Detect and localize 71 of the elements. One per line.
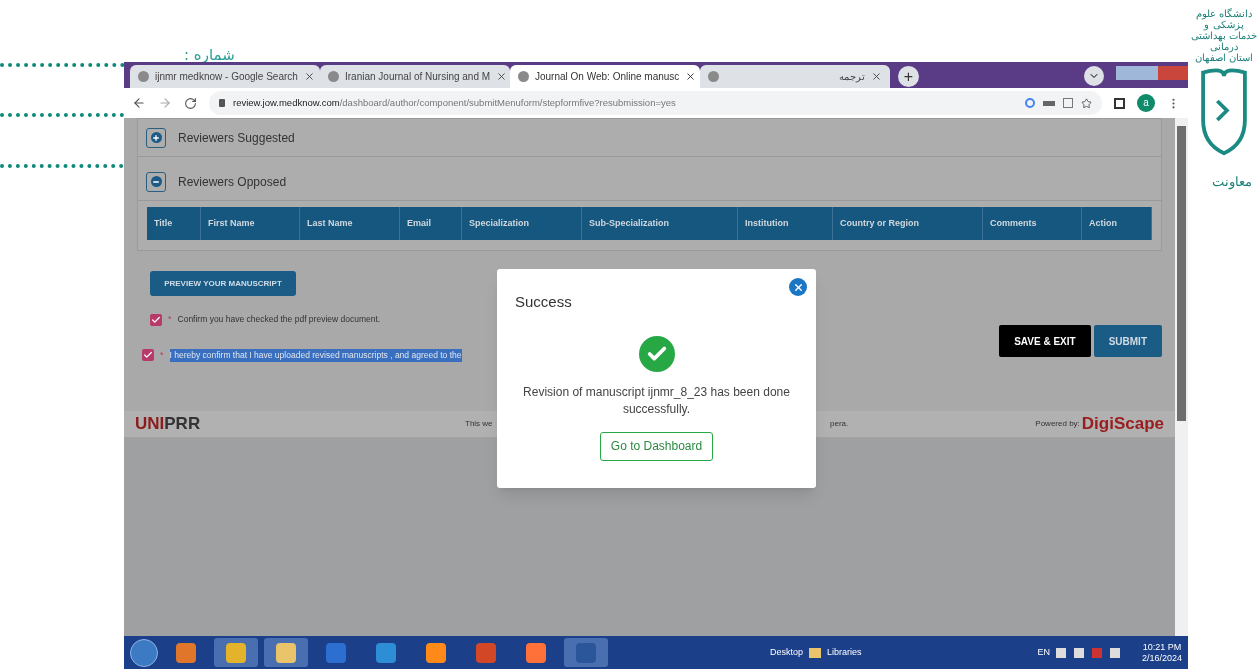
site-icon: [518, 71, 529, 82]
close-icon[interactable]: [871, 71, 882, 82]
browser-tab[interactable]: Journal On Web: Online manusc: [510, 65, 700, 88]
tab-title: Journal On Web: Online manusc: [535, 70, 680, 84]
back-icon[interactable]: [132, 96, 146, 110]
preview-button[interactable]: PREVIEW YOUR MANUSCRIPT: [150, 271, 296, 296]
taskbar-app-icon[interactable]: [214, 638, 258, 667]
site-icon: [328, 71, 339, 82]
check-icon: [638, 335, 675, 372]
folder-icon: [809, 647, 822, 658]
star-icon[interactable]: [1081, 97, 1092, 109]
taskbar-app-icon[interactable]: [264, 638, 308, 667]
browser-tab[interactable]: Iranian Journal of Nursing and M: [320, 65, 510, 88]
section-title[interactable]: Reviewers Opposed: [178, 172, 287, 191]
column-header: Comments: [983, 207, 1082, 240]
libraries-label[interactable]: Libraries: [827, 645, 862, 660]
action-button[interactable]: SAVE & EXIT: [999, 325, 1091, 357]
footer-text: This we: [465, 418, 494, 430]
close-icon[interactable]: [496, 71, 508, 82]
action-button[interactable]: SUBMIT: [1093, 325, 1162, 357]
column-header: Last Name: [300, 207, 400, 240]
tab-title: ijnmr medknow - Google Search: [155, 70, 298, 84]
expand-icon[interactable]: [146, 127, 166, 148]
section-title[interactable]: Reviewers Suggested: [178, 128, 295, 147]
site-icon: [708, 71, 719, 82]
new-tab-button[interactable]: +: [898, 66, 919, 87]
column-header: Country or Region: [833, 207, 983, 240]
confirmation-text: I hereby confirm that I have uploaded revised manuscripts , and agreed to the: [169, 348, 462, 362]
powered-label: Powered by:: [1035, 418, 1080, 430]
dashboard-button[interactable]: Go to Dashboard: [599, 431, 714, 461]
address-bar[interactable]: review.jow.medknow.com/dashboard/author/component/submitMenuform/stepformfive?resubmission=yes: [209, 91, 1102, 115]
close-button[interactable]: [789, 278, 807, 296]
close-icon[interactable]: [303, 71, 315, 82]
side-panel-icon[interactable]: [1114, 97, 1125, 109]
tab-search-button[interactable]: [1084, 66, 1104, 86]
site-icon: [138, 71, 149, 82]
column-header: Email: [400, 207, 462, 240]
browser-tab[interactable]: ترجمه: [700, 65, 890, 88]
browser-tab[interactable]: ijnmr medknow - Google Search: [130, 65, 320, 88]
close-icon[interactable]: [685, 71, 697, 82]
column-header: First Name: [201, 207, 300, 240]
forward-icon[interactable]: [158, 96, 172, 110]
number-label: شماره :: [184, 45, 235, 66]
close-icon: [792, 281, 804, 293]
column-header: Sub-Specialization: [582, 207, 738, 240]
digiscape-logo: DigiScape: [1081, 413, 1164, 436]
column-header: Action: [1082, 207, 1152, 240]
side-text: معاونت: [1212, 173, 1252, 192]
dialog-message: Revision of manuscript ijnmr_8_23 has been done successfully.: [522, 383, 791, 418]
column-header: Title: [147, 207, 201, 240]
language-label[interactable]: EN: [1037, 645, 1050, 660]
profile-avatar[interactable]: a: [1137, 94, 1155, 112]
dialog-title: Success: [515, 292, 572, 312]
collapse-icon[interactable]: [146, 171, 166, 192]
logo-drawing: دانشگاه علوم پزشکی و خدمات بهداشتی درمانی استان اصفهان: [1190, 8, 1258, 158]
confirmation-text: Confirm you have checked the pdf preview document.: [177, 313, 381, 327]
checkbox[interactable]: [142, 349, 154, 362]
reload-icon[interactable]: [184, 96, 197, 110]
uniprr-logo: UNIPRR: [135, 413, 202, 436]
window-controls[interactable]: [1116, 66, 1188, 80]
required-mark: *: [160, 348, 164, 362]
start-icon[interactable]: [130, 638, 158, 667]
column-header: Institution: [738, 207, 833, 240]
tab-title: ترجمه: [838, 70, 865, 84]
footer-text: pera.: [830, 418, 850, 430]
required-mark: *: [168, 313, 172, 326]
tab-title: Iranian Journal of Nursing and M: [345, 70, 491, 84]
column-header: Specialization: [462, 207, 582, 240]
checkbox[interactable]: [150, 313, 162, 326]
desktop-label[interactable]: Desktop: [770, 645, 804, 660]
clock[interactable]: 10:21 PM 2/16/2024: [1141, 641, 1182, 664]
